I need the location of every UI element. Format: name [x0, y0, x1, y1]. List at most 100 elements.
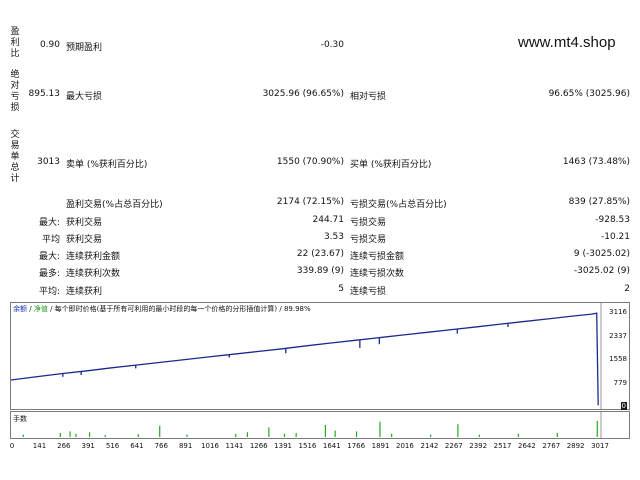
site-watermark: www.mt4.shop [518, 34, 616, 51]
x-tick-label: 1391 [274, 442, 293, 450]
volume-bar [295, 433, 297, 437]
total-trades-side-label: 交 易 单 总 计 [10, 130, 20, 184]
volume-bar [556, 433, 558, 437]
stat-value-2: -3025.02 (9) [573, 266, 630, 276]
x-tick-label: 266 [57, 442, 71, 450]
equity-legend: 净值 [33, 305, 48, 313]
x-tick-label: 2767 [542, 442, 561, 450]
expected-payoff-label: 预期盈利 [66, 43, 103, 53]
balance-chart-plot [11, 303, 602, 409]
stat-value-2: 2 [624, 284, 630, 294]
short-positions-label: 卖单 (%获利百分比) [66, 160, 148, 170]
stat-value: 339.89 (9) [296, 266, 344, 276]
x-tick-label: 1141 [225, 442, 244, 450]
volume-bar [478, 434, 480, 437]
x-tick-label: 2517 [493, 442, 512, 450]
volume-bar [430, 434, 432, 437]
volume-bar [596, 421, 598, 437]
y-tick-label: 3116 [609, 308, 627, 316]
volume-bar [355, 431, 358, 437]
stat-prefix: 最大: [38, 218, 60, 228]
x-tick-label: 391 [81, 442, 95, 450]
stat-prefix: 平均: [38, 287, 60, 297]
balance-series-line [11, 312, 599, 406]
stat-label-2: 亏损交易 [350, 235, 387, 245]
x-tick-label: 766 [154, 442, 168, 450]
long-positions-label: 买单 (%获利百分比) [350, 160, 432, 170]
absolute-drawdown-side-label: 绝 对 亏 损 [10, 70, 20, 113]
volume-bar [324, 425, 326, 437]
x-tick-label: 891 [178, 442, 193, 450]
balance-chart: 余额 / 净值 / 每个即时价格(基于所有可利用的最小时段的每一个价格的分形插值… [10, 302, 630, 410]
expected-payoff-value: -0.30 [320, 40, 344, 50]
stat-value-2: 9 (-3025.02) [573, 249, 630, 259]
volume-bar [22, 434, 24, 437]
balance-legend: 余额 [13, 305, 27, 313]
volume-bar [246, 432, 249, 437]
x-tick-label: 2142 [420, 442, 439, 450]
profit-factor-value: 0.90 [39, 40, 60, 50]
short-positions-value: 1550 (70.90%) [276, 157, 344, 167]
y-tick-label: 1558 [609, 355, 627, 363]
volume-bar [517, 433, 519, 437]
chart-header: 余额 / 净值 / 每个即时价格(基于所有可利用的最小时段的每一个价格的分形插值… [13, 305, 311, 313]
max-drawdown-value: 3025.96 (96.65%) [262, 89, 344, 99]
volume-bar [235, 433, 237, 437]
volume-bar [334, 430, 336, 437]
x-tick-label: 3017 [591, 442, 609, 450]
stat-value: 2174 (72.15%) [276, 197, 344, 207]
stat-prefix: 最多: [38, 269, 60, 279]
stat-label-2: 亏损交易(%占总百分比) [350, 200, 447, 210]
stat-value: 3.53 [323, 232, 344, 242]
stat-label: 连续获利次数 [66, 269, 121, 279]
y-tick-label: 2337 [609, 331, 627, 340]
long-positions-value: 1463 (73.48%) [562, 157, 630, 167]
x-tick-label: 1891 [371, 442, 390, 450]
stat-label-2: 连续亏损金额 [350, 252, 405, 262]
volume-bar [283, 433, 286, 437]
stat-label: 获利交易 [66, 235, 103, 245]
x-tick-label: 641 [130, 442, 144, 450]
x-tick-label: 516 [105, 442, 120, 450]
stat-label: 盈利交易(%占总百分比) [66, 200, 163, 210]
volume-bar [69, 431, 71, 437]
stat-label: 获利交易 [66, 218, 103, 228]
x-tick-label: 2392 [469, 442, 488, 450]
modelling-quality: 89.98% [283, 305, 311, 313]
stat-value-2: -928.53 [595, 215, 630, 225]
x-tick-label: 1266 [249, 442, 268, 450]
profit-factor-side-label: 盈 利 比 [10, 27, 20, 59]
volume-bar [268, 427, 270, 437]
volume-bar [137, 434, 139, 437]
stat-value-2: -10.21 [600, 232, 630, 242]
x-tick-label: 1641 [322, 442, 341, 450]
stat-label: 连续获利金额 [66, 252, 121, 262]
relative-drawdown-label: 相对亏损 [350, 92, 387, 102]
volume-bar [391, 433, 393, 437]
x-tick-label: 1016 [201, 442, 219, 450]
relative-drawdown-value: 96.65% (3025.96) [548, 89, 630, 99]
volume-bar [457, 424, 459, 437]
stat-label-2: 连续亏损 [350, 287, 387, 297]
max-drawdown-label: 最大亏损 [66, 92, 103, 102]
volume-plot [22, 412, 602, 438]
total-trades-value: 3013 [37, 157, 60, 167]
absolute-drawdown-value: 895.13 [28, 89, 61, 99]
volume-bar [75, 433, 77, 437]
volume-bar [379, 421, 381, 437]
volume-bar [88, 432, 91, 437]
stat-value: 244.71 [312, 215, 345, 225]
x-tick-label: 2892 [566, 442, 585, 450]
stat-prefix: 最大: [38, 252, 60, 262]
x-tick-label: 2642 [517, 442, 536, 450]
stat-label-2: 亏损交易 [350, 218, 387, 228]
stat-value-2: 839 (27.85%) [568, 197, 630, 207]
volume-bar [186, 434, 188, 437]
stat-label-2: 连续亏损次数 [350, 269, 405, 279]
volume-bar [104, 435, 106, 437]
volume-bar [159, 425, 161, 437]
x-tick-label: 141 [32, 442, 47, 450]
volume-bar [59, 433, 61, 437]
stat-prefix: 平均 [41, 235, 60, 245]
x-tick-label: 1516 [298, 442, 317, 450]
